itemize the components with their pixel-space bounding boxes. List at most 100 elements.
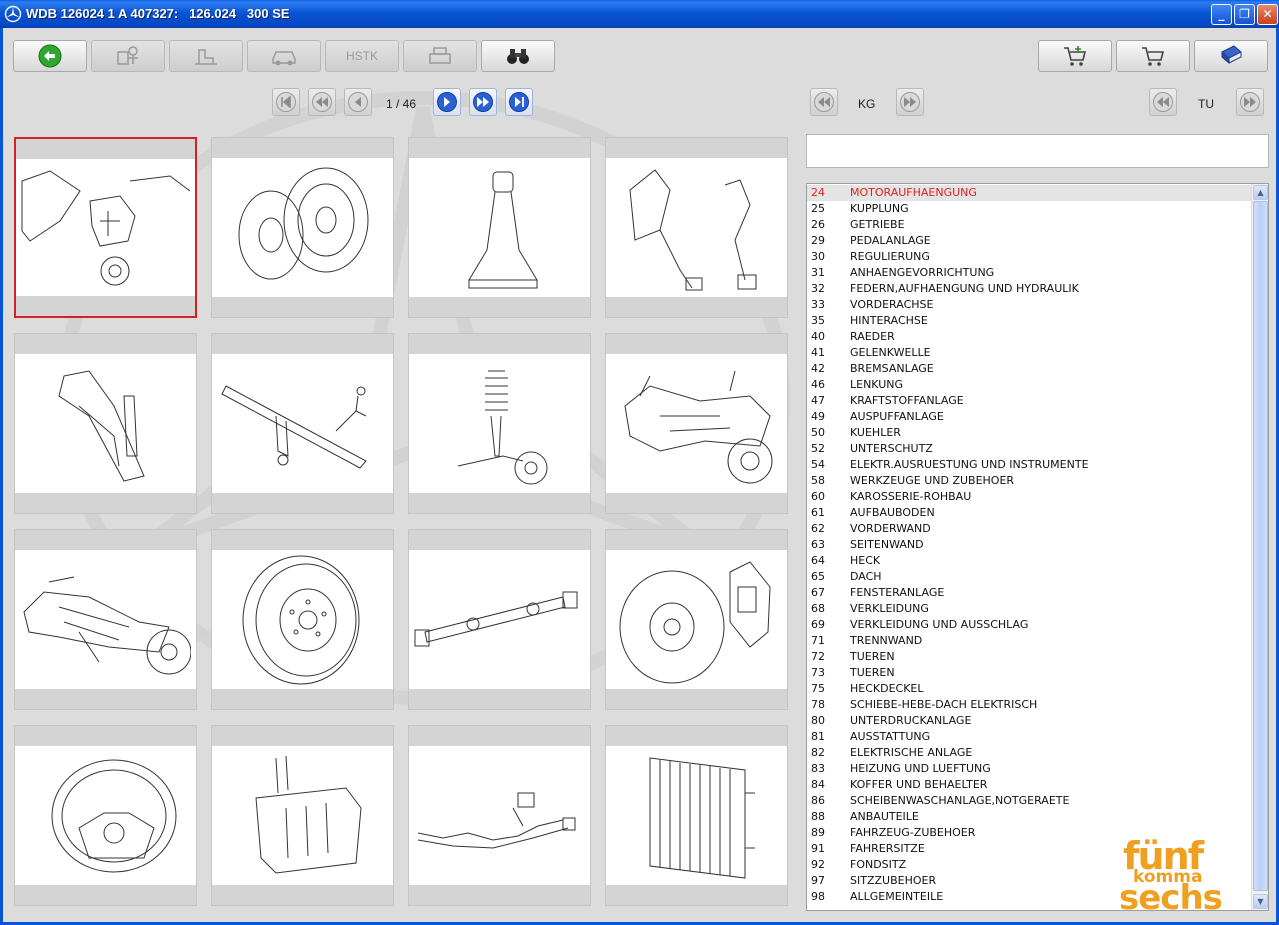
tu-next-button[interactable]	[1236, 88, 1264, 116]
prev-ten-button[interactable]	[308, 88, 336, 116]
maximize-button[interactable]: ❐	[1234, 4, 1255, 25]
next-ten-button[interactable]	[469, 88, 497, 116]
group-row[interactable]: 86 SCHEIBENWASCHANLAGE,NOTGERAETE	[807, 793, 1252, 809]
thumb-fuel-tank[interactable]	[211, 725, 394, 906]
group-name: WERKZEUGE UND ZUBEHOER	[850, 474, 1015, 487]
group-row[interactable]: 30 REGULIERUNG	[807, 249, 1252, 265]
group-name: FONDSITZ	[850, 858, 907, 871]
group-row[interactable]: 67 FENSTERANLAGE	[807, 585, 1252, 601]
scrollbar[interactable]: ▲ ▼	[1251, 184, 1268, 910]
group-row[interactable]: 46 LENKUNG	[807, 377, 1252, 393]
group-number: 88	[811, 810, 825, 823]
thumb-steering[interactable]	[14, 725, 197, 906]
thumb-engine-mount[interactable]	[14, 137, 197, 318]
group-row[interactable]: 82 ELEKTRISCHE ANLAGE	[807, 745, 1252, 761]
group-row[interactable]: 35 HINTERACHSE	[807, 313, 1252, 329]
group-row[interactable]: 88 ANBAUTEILE	[807, 809, 1252, 825]
group-row[interactable]: 73 TUEREN	[807, 665, 1252, 681]
propeller-shaft-icon	[414, 591, 578, 647]
group-row[interactable]: 83 HEIZUNG UND LUEFTUNG	[807, 761, 1252, 777]
thumb-wheel[interactable]	[211, 529, 394, 710]
thumb-rear-axle[interactable]	[14, 529, 197, 710]
group-row[interactable]: 31 ANHAENGEVORRICHTUNG	[807, 265, 1252, 281]
thumb-brake[interactable]	[605, 529, 788, 710]
group-row[interactable]: 64 HECK	[807, 553, 1252, 569]
group-row[interactable]: 58 WERKZEUGE UND ZUBEHOER	[807, 473, 1252, 489]
group-row[interactable]: 60 KAROSSERIE-ROHBAU	[807, 489, 1252, 505]
thumb-radiator[interactable]	[605, 725, 788, 906]
main-area: HSTK 1 / 46 KG TU 24 MOTORAUFHAENGUNG 25…	[0, 28, 1279, 925]
thumb-prop-shaft[interactable]	[408, 529, 591, 710]
group-row[interactable]: 80 UNTERDRUCKANLAGE	[807, 713, 1252, 729]
help-book-button[interactable]	[1194, 40, 1268, 72]
group-row[interactable]: 78 SCHIEBE-HEBE-DACH ELEKTRISCH	[807, 697, 1252, 713]
scroll-up-icon[interactable]: ▲	[1253, 185, 1268, 200]
prev-page-button[interactable]	[344, 88, 372, 116]
group-name: FAHRZEUG-ZUBEHOER	[850, 826, 976, 839]
tu-prev-button[interactable]	[1149, 88, 1177, 116]
group-row[interactable]: 50 KUEHLER	[807, 425, 1252, 441]
pedal-assembly-icon	[629, 169, 757, 291]
group-row[interactable]: 32 FEDERN,AUFHAENGUNG UND HYDRAULIK	[807, 281, 1252, 297]
hstk-button[interactable]: HSTK	[325, 40, 399, 72]
group-row[interactable]: 49 AUSPUFFANLAGE	[807, 409, 1252, 425]
group-number: 60	[811, 490, 825, 503]
add-to-cart-button[interactable]	[1038, 40, 1112, 72]
group-row[interactable]: 68 VERKLEIDUNG	[807, 601, 1252, 617]
group-row[interactable]: 71 TRENNWAND	[807, 633, 1252, 649]
thumb-tow-hitch[interactable]	[211, 333, 394, 514]
parts-info-button[interactable]	[91, 40, 165, 72]
group-name: VERKLEIDUNG UND AUSSCHLAG	[850, 618, 1029, 631]
kg-prev-button[interactable]	[810, 88, 838, 116]
first-page-button[interactable]	[272, 88, 300, 116]
group-row[interactable]: 72 TUEREN	[807, 649, 1252, 665]
thumb-regulation[interactable]	[14, 333, 197, 514]
group-row[interactable]: 42 BREMSANLAGE	[807, 361, 1252, 377]
group-row[interactable]: 41 GELENKWELLE	[807, 345, 1252, 361]
minimize-button[interactable]: _	[1211, 4, 1232, 25]
group-row[interactable]: 24 MOTORAUFHAENGUNG	[807, 185, 1252, 201]
group-row[interactable]: 47 KRAFTSTOFFANLAGE	[807, 393, 1252, 409]
group-row[interactable]: 25 KUPPLUNG	[807, 201, 1252, 217]
next-page-button[interactable]	[433, 88, 461, 116]
thumb-gear-shift[interactable]	[408, 137, 591, 318]
group-number: 71	[811, 634, 825, 647]
search-binoculars-button[interactable]	[481, 40, 555, 72]
assembly-button[interactable]	[169, 40, 243, 72]
kg-next-button[interactable]	[896, 88, 924, 116]
group-row[interactable]: 69 VERKLEIDUNG UND AUSSCHLAG	[807, 617, 1252, 633]
thumb-pedals[interactable]	[605, 137, 788, 318]
group-number: 73	[811, 666, 825, 679]
group-name: AUSSTATTUNG	[850, 730, 931, 743]
thumb-clutch[interactable]	[211, 137, 394, 318]
group-number: 42	[811, 362, 825, 375]
cart-button[interactable]	[1116, 40, 1190, 72]
group-row[interactable]: 62 VORDERWAND	[807, 521, 1252, 537]
group-row[interactable]: 52 UNTERSCHUTZ	[807, 441, 1252, 457]
group-row[interactable]: 40 RAEDER	[807, 329, 1252, 345]
group-row[interactable]: 75 HECKDECKEL	[807, 681, 1252, 697]
scroll-thumb[interactable]	[1253, 201, 1268, 891]
group-row[interactable]: 33 VORDERACHSE	[807, 297, 1252, 313]
group-row[interactable]: 61 AUFBAUBODEN	[807, 505, 1252, 521]
group-row[interactable]: 65 DACH	[807, 569, 1252, 585]
group-row[interactable]: 81 AUSSTATTUNG	[807, 729, 1252, 745]
close-button[interactable]: ✕	[1257, 4, 1278, 25]
group-row[interactable]: 26 GETRIEBE	[807, 217, 1252, 233]
thumb-front-axle[interactable]	[605, 333, 788, 514]
vehicle-button[interactable]	[247, 40, 321, 72]
group-row[interactable]: 63 SEITENWAND	[807, 537, 1252, 553]
last-page-button[interactable]	[505, 88, 533, 116]
thumb-spring-strut[interactable]	[408, 333, 591, 514]
group-row[interactable]: 29 PEDALANLAGE	[807, 233, 1252, 249]
group-row[interactable]: 54 ELEKTR.AUSRUESTUNG UND INSTRUMENTE	[807, 457, 1252, 473]
print-button[interactable]	[403, 40, 477, 72]
group-row[interactable]: 84 KOFFER UND BEHAELTER	[807, 777, 1252, 793]
group-number: 33	[811, 298, 825, 311]
back-button[interactable]	[13, 40, 87, 72]
group-number: 83	[811, 762, 825, 775]
thumb-exhaust[interactable]	[408, 725, 591, 906]
group-list[interactable]: 24 MOTORAUFHAENGUNG 25 KUPPLUNG 26 GETRIEBE 29…	[806, 183, 1269, 911]
search-input[interactable]	[806, 134, 1269, 168]
group-name: ANBAUTEILE	[850, 810, 919, 823]
